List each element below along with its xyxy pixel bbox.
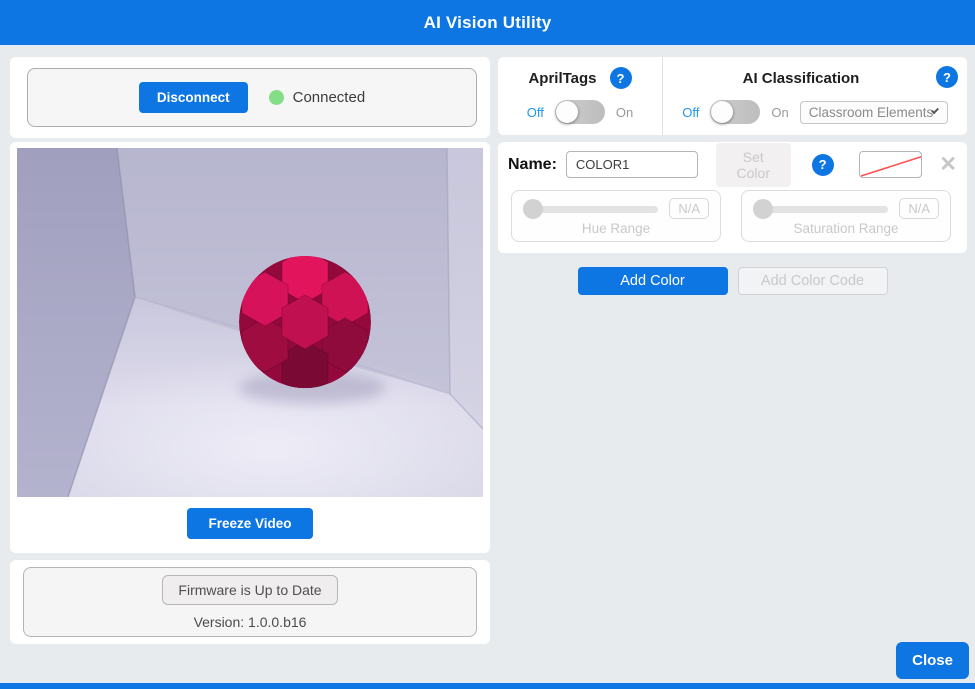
remove-color-icon[interactable]: ✕ [939, 154, 957, 175]
video-card: Freeze Video [10, 142, 490, 553]
add-color-button[interactable]: Add Color [578, 267, 728, 295]
apriltags-on-label: On [616, 105, 633, 120]
connection-status: Connected [269, 89, 366, 106]
hue-range-slider[interactable] [523, 199, 658, 219]
classification-model-value: Classroom Elements [809, 105, 934, 120]
apriltags-label: AprilTags [528, 70, 596, 87]
main-area: Disconnect Connected [0, 45, 975, 683]
saturation-range-label: Saturation Range [753, 221, 939, 236]
set-color-button[interactable]: Set Color [716, 143, 791, 187]
apriltags-section: AprilTags ? Off On [498, 57, 663, 135]
connection-status-label: Connected [293, 89, 366, 106]
page-title: AI Vision Utility [424, 13, 552, 33]
color-actions-row: Add Color Add Color Code [498, 267, 967, 295]
ai-classification-on-label: On [771, 105, 788, 120]
hue-slider-track [523, 206, 658, 213]
camera-feed [17, 148, 483, 497]
apriltags-help-icon[interactable]: ? [610, 67, 632, 89]
firmware-version-label: Version: 1.0.0.b16 [194, 614, 307, 630]
apriltags-off-label: Off [527, 105, 544, 120]
ai-classification-label: AI Classification [743, 70, 860, 87]
camera-feed-image [17, 148, 483, 497]
ai-classification-toggle[interactable] [710, 100, 760, 124]
hue-range-label: Hue Range [523, 221, 709, 236]
classification-model-dropdown[interactable]: Classroom Elements [800, 101, 948, 124]
connection-card: Disconnect Connected [10, 57, 490, 138]
saturation-na-badge: N/A [899, 198, 939, 219]
color-help-icon[interactable]: ? [812, 154, 834, 176]
saturation-slider-knob[interactable] [753, 199, 773, 219]
firmware-status-button[interactable]: Firmware is Up to Date [162, 575, 337, 605]
apriltags-toggle[interactable] [555, 100, 605, 124]
firmware-panel: Firmware is Up to Date Version: 1.0.0.b1… [23, 567, 477, 637]
saturation-range-box: N/A Saturation Range [741, 190, 951, 242]
hue-slider-knob[interactable] [523, 199, 543, 219]
saturation-range-slider[interactable] [753, 199, 888, 219]
apriltags-toggle-knob [556, 101, 578, 123]
color-swatch[interactable] [859, 151, 923, 178]
add-color-code-button[interactable]: Add Color Code [738, 267, 888, 295]
ai-classification-toggle-knob [711, 101, 733, 123]
hue-na-badge: N/A [669, 198, 709, 219]
hue-range-box: N/A Hue Range [511, 190, 721, 242]
no-color-cross-icon [860, 152, 923, 177]
disconnect-button[interactable]: Disconnect [139, 82, 248, 113]
bottom-accent-strip [0, 683, 975, 689]
connection-panel: Disconnect Connected [27, 68, 477, 127]
title-bar: AI Vision Utility [0, 0, 975, 45]
freeze-video-button[interactable]: Freeze Video [187, 508, 312, 539]
close-button[interactable]: Close [896, 642, 969, 679]
ai-classification-help-icon[interactable]: ? [936, 66, 958, 88]
ai-classification-off-label: Off [682, 105, 699, 120]
detection-settings-card: AprilTags ? Off On AI Classification ? O… [498, 57, 967, 135]
color-config-card: Name: Set Color ? ✕ N/A Hue Ran [498, 142, 967, 253]
saturation-slider-track [753, 206, 888, 213]
connected-status-dot [269, 90, 284, 105]
ai-classification-section: AI Classification ? Off On Classroom Ele… [663, 57, 967, 135]
color-name-label: Name: [508, 156, 557, 174]
color-name-input[interactable] [566, 151, 698, 178]
firmware-card: Firmware is Up to Date Version: 1.0.0.b1… [10, 560, 490, 644]
